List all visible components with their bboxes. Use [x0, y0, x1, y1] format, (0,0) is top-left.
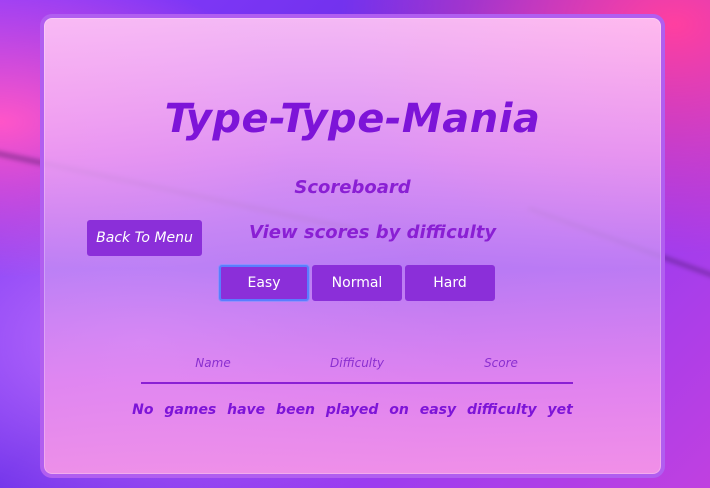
score-table-header: Name Difficulty Score: [141, 356, 573, 384]
tab-normal[interactable]: Normal: [312, 265, 402, 301]
empty-scores-message: No games have been played on easy diffic…: [132, 402, 573, 418]
tab-easy[interactable]: Easy: [219, 265, 309, 301]
column-header-score: Score: [484, 356, 518, 370]
column-header-name: Name: [195, 356, 231, 370]
tab-hard[interactable]: Hard: [405, 265, 495, 301]
view-by-difficulty-label: View scores by difficulty: [249, 222, 497, 243]
page-subtitle: Scoreboard: [294, 177, 411, 198]
back-to-menu-button[interactable]: Back To Menu: [87, 220, 202, 256]
column-header-difficulty: Difficulty: [330, 356, 384, 370]
scoreboard-panel: Type-Type-Mania Scoreboard Back To Menu …: [40, 14, 665, 478]
page-title: Type-Type-Mania: [164, 96, 541, 142]
difficulty-tabs: Easy Normal Hard: [219, 265, 495, 301]
